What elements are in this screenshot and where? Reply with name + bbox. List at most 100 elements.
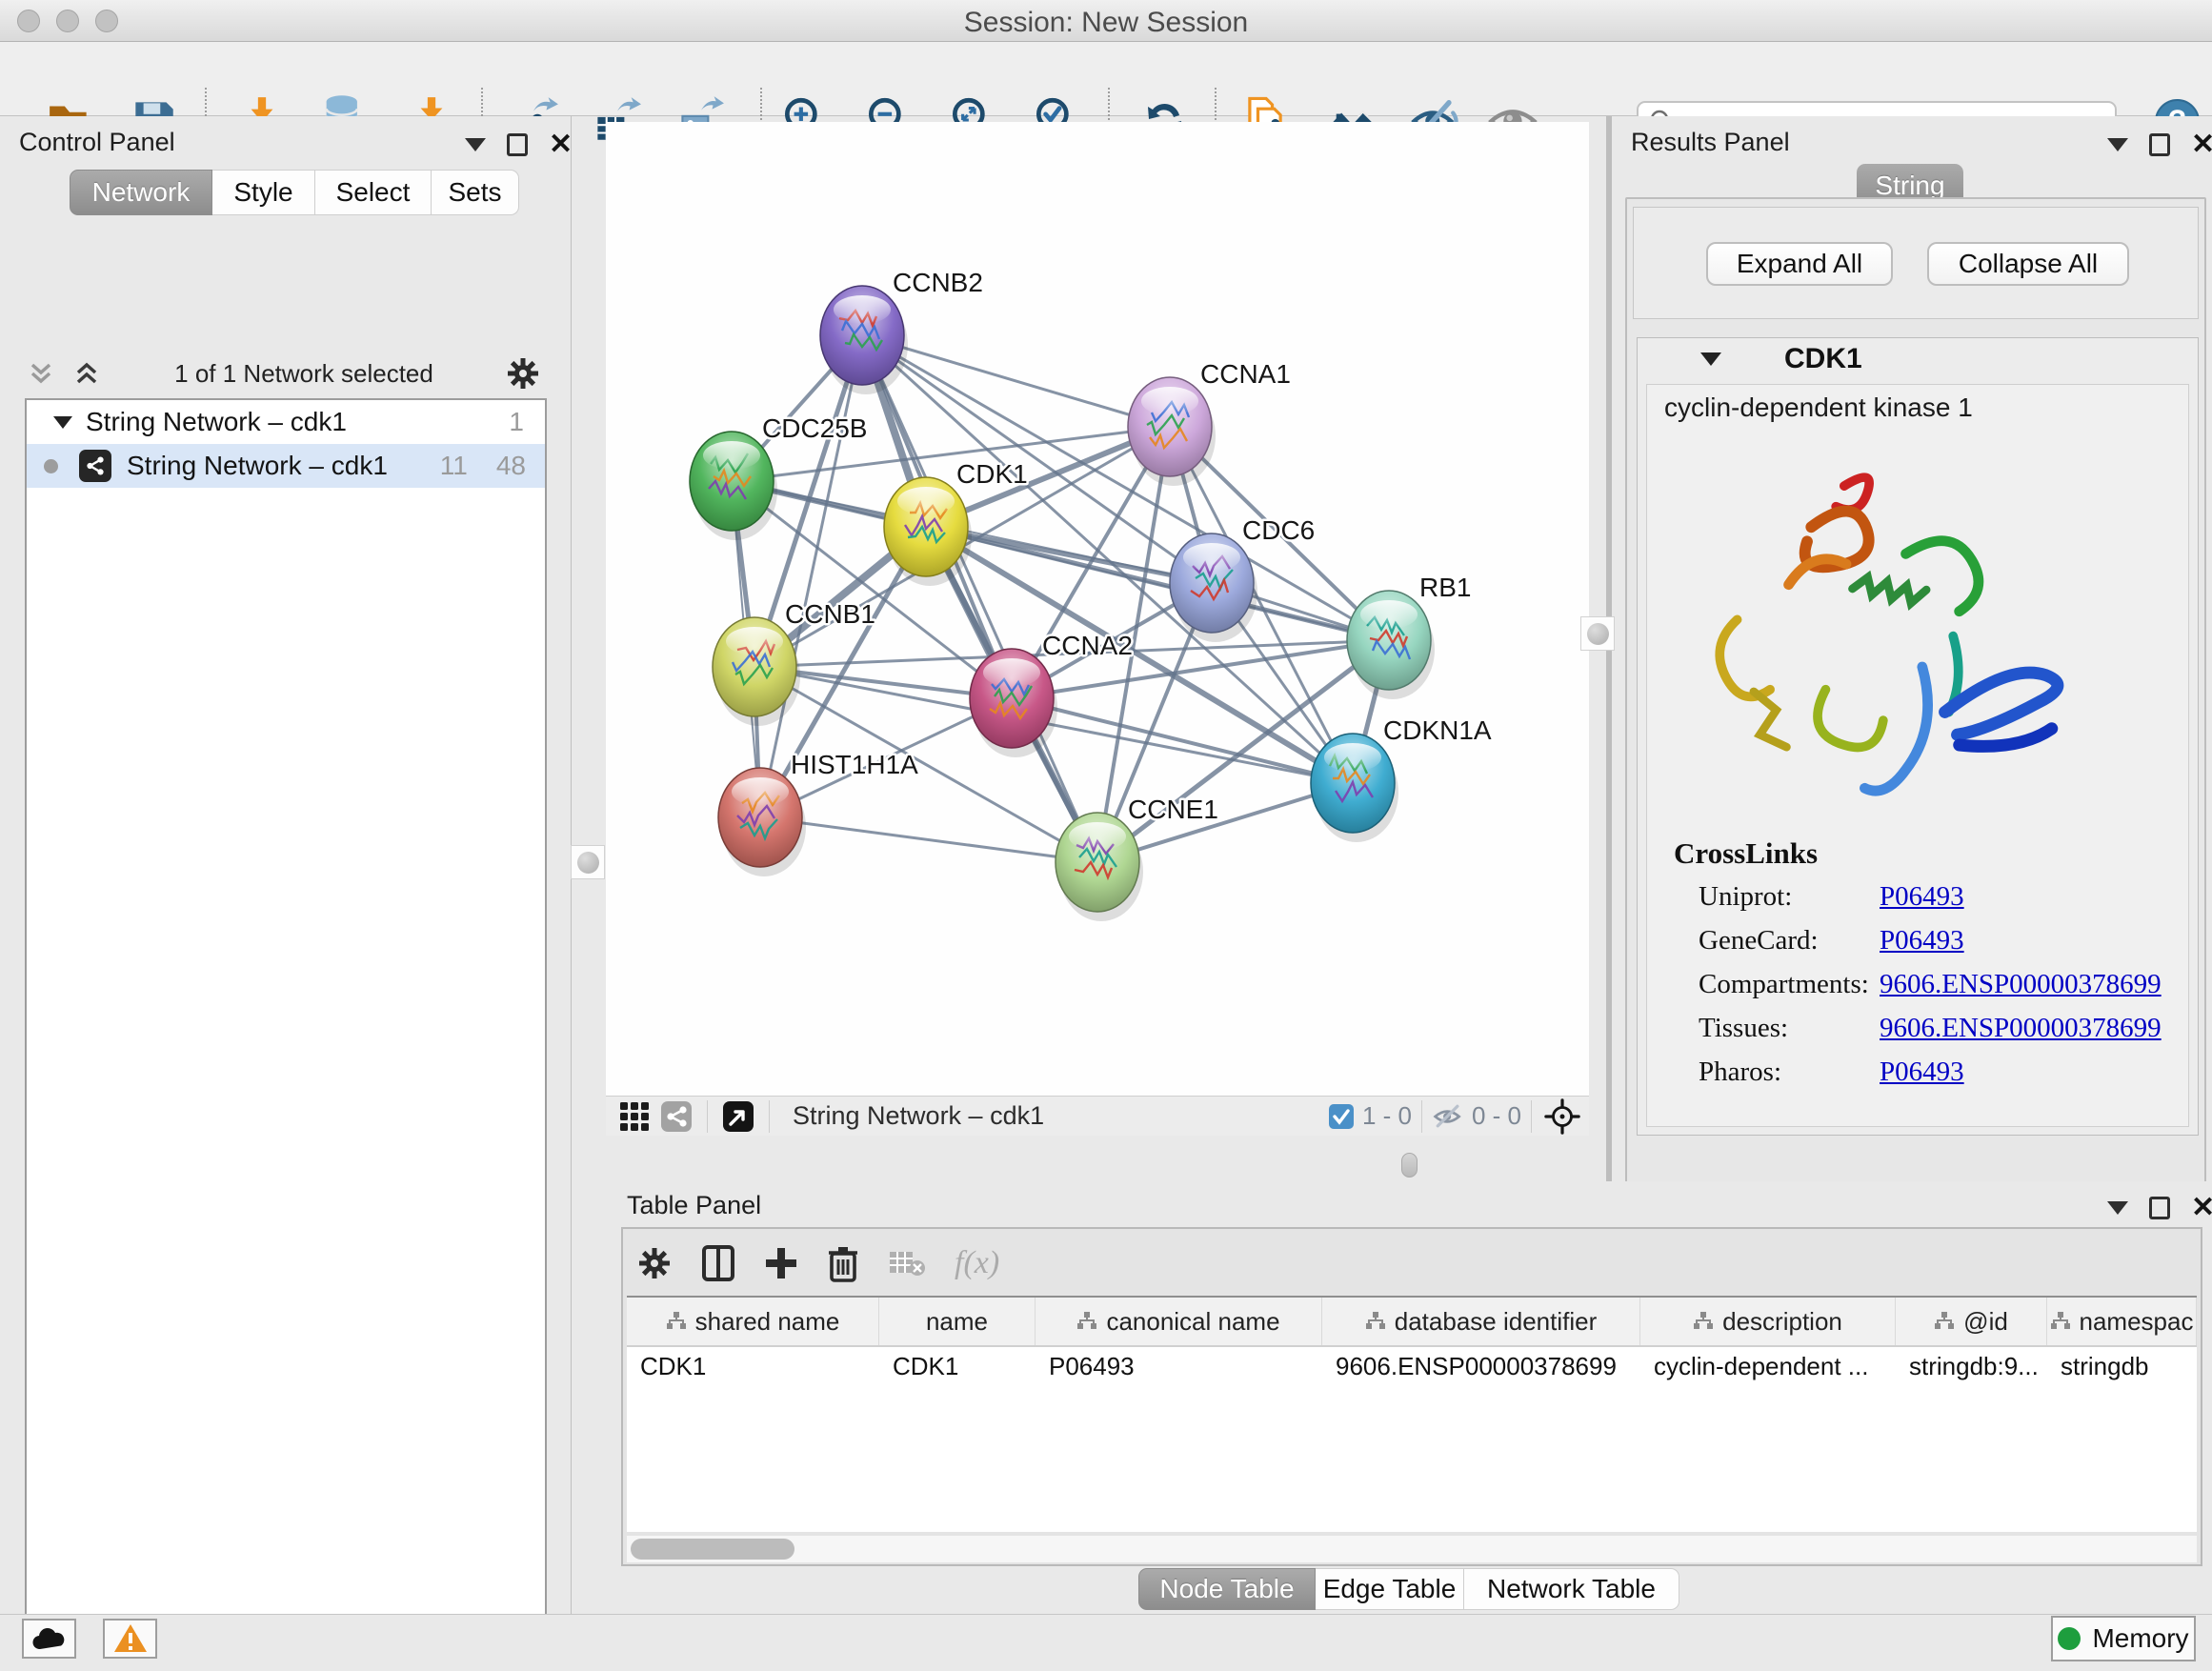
column-type-icon [1693, 1311, 1714, 1332]
selected-count: 1 - 0 [1328, 1101, 1412, 1131]
network-canvas[interactable]: CCNB2CCNA1CDC25BCDK1CDC6RB1CCNB1CCNA2CDK… [606, 122, 1589, 1096]
column-type-icon [1076, 1311, 1097, 1332]
table-panel-collapse-icon[interactable] [2107, 1201, 2128, 1215]
tree-expand-icon[interactable] [53, 416, 72, 429]
control-panel-float-icon[interactable] [507, 133, 528, 156]
column-header-shared-name[interactable]: shared name [627, 1298, 879, 1345]
table-row[interactable]: CDK1CDK1P064939606.ENSP00000378699cyclin… [627, 1347, 2197, 1385]
svg-text:CDKN1A: CDKN1A [1383, 715, 1492, 745]
table-panel-float-icon[interactable] [2149, 1197, 2170, 1219]
column-header-canonical-name[interactable]: canonical name [1036, 1298, 1322, 1345]
network-graph[interactable]: CCNB2CCNA1CDC25BCDK1CDC6RB1CCNB1CCNA2CDK… [606, 122, 1589, 1096]
network-edge-count: 48 [496, 451, 526, 481]
results-panel-collapse-icon[interactable] [2107, 138, 2128, 151]
network-node-CCNE1 [1056, 813, 1143, 921]
network-collection-row[interactable]: String Network – cdk1 1 [27, 400, 545, 444]
add-column-icon[interactable] [764, 1246, 798, 1280]
crosslink-value-link[interactable]: 9606.ENSP00000378699 [1880, 1013, 2162, 1044]
results-panel-float-icon[interactable] [2149, 133, 2170, 156]
table-panel-close-icon[interactable]: ✕ [2191, 1197, 2212, 1219]
cloud-status-button[interactable] [22, 1619, 76, 1659]
show-columns-icon[interactable] [701, 1244, 735, 1282]
tab-network[interactable]: Network [70, 170, 212, 215]
gene-description: cyclin-dependent kinase 1 [1647, 385, 2188, 423]
table-cell[interactable]: stringdb [2047, 1347, 2197, 1385]
hidden-eye-slash-icon[interactable] [1432, 1102, 1464, 1131]
svg-text:CCNE1: CCNE1 [1128, 795, 1218, 824]
column-type-icon [666, 1311, 687, 1332]
crosslink-value-link[interactable]: P06493 [1880, 925, 1964, 956]
expand-all-icon[interactable] [70, 357, 103, 390]
svg-text:CDK1: CDK1 [956, 459, 1028, 489]
crosslink-row: Pharos:P06493 [1647, 1050, 2188, 1094]
column-header-database-identifier[interactable]: database identifier [1322, 1298, 1640, 1345]
crosslink-label: Pharos: [1699, 1057, 1880, 1088]
section-collapse-icon[interactable] [1700, 352, 1721, 366]
network-view-title: String Network – cdk1 [793, 1101, 1044, 1131]
scrollbar-thumb[interactable] [631, 1539, 794, 1560]
table-cell[interactable]: CDK1 [879, 1347, 1036, 1385]
table-cell[interactable]: P06493 [1036, 1347, 1322, 1385]
control-panel-close-icon[interactable]: ✕ [549, 133, 573, 156]
tab-select[interactable]: Select [315, 170, 432, 215]
svg-text:RB1: RB1 [1419, 573, 1471, 602]
crosslink-value-link[interactable]: 9606.ENSP00000378699 [1880, 969, 2162, 1000]
network-row-selected[interactable]: String Network – cdk1 11 48 [27, 444, 545, 488]
table-cell[interactable]: stringdb:9... [1896, 1347, 2047, 1385]
table-cell[interactable]: cyclin-dependent ... [1640, 1347, 1896, 1385]
network-node-CCNA1 [1128, 377, 1216, 486]
warning-status-button[interactable] [103, 1619, 157, 1659]
memory-status-dot-icon [2058, 1627, 2081, 1650]
table-cell[interactable]: 9606.ENSP00000378699 [1322, 1347, 1640, 1385]
control-panel-collapse-icon[interactable] [465, 138, 486, 151]
svg-text:CDC6: CDC6 [1242, 515, 1315, 545]
crosslink-label: Uniprot: [1699, 881, 1880, 913]
expand-all-button[interactable]: Expand All [1706, 242, 1893, 286]
svg-text:CDC25B: CDC25B [762, 413, 867, 443]
table-header-row: shared namenamecanonical namedatabase id… [627, 1298, 2197, 1347]
crosslink-value-link[interactable]: P06493 [1880, 1057, 1964, 1088]
crosslink-row: Uniprot:P06493 [1647, 875, 2188, 918]
tab-sets[interactable]: Sets [432, 170, 519, 215]
network-node-CDKN1A [1311, 734, 1398, 842]
grid-icon [619, 1101, 650, 1132]
column-header-description[interactable]: description [1640, 1298, 1896, 1345]
column-header--id[interactable]: @id [1896, 1298, 2047, 1345]
table-cell[interactable]: CDK1 [627, 1347, 879, 1385]
tab-edge-table[interactable]: Edge Table [1316, 1568, 1464, 1610]
memory-button[interactable]: Memory [2051, 1616, 2196, 1661]
crosshair-icon [1544, 1098, 1580, 1135]
function-builder-icon: f(x) [955, 1245, 999, 1281]
results-content-box: Expand All Collapse All CDK1 cyclin-depe… [1625, 197, 2206, 1220]
network-node-CDK1 [884, 477, 972, 586]
birdseye-view-button[interactable] [717, 1099, 759, 1134]
right-splitter-handle[interactable] [1580, 616, 1615, 651]
tab-node-table[interactable]: Node Table [1138, 1568, 1316, 1610]
tab-network-table[interactable]: Network Table [1464, 1568, 1679, 1610]
column-header-name[interactable]: name [879, 1298, 1036, 1345]
fit-selected-button[interactable] [1541, 1099, 1583, 1134]
grid-mode-button[interactable] [613, 1099, 655, 1134]
network-state-dot-icon [44, 459, 58, 473]
tab-style[interactable]: Style [212, 170, 315, 215]
collapse-all-icon[interactable] [25, 357, 57, 390]
warning-icon [112, 1622, 149, 1655]
delete-table-icon [888, 1248, 926, 1278]
left-splitter-handle[interactable] [571, 845, 605, 879]
crosslink-value-link[interactable]: P06493 [1880, 881, 1964, 913]
column-header-namespac[interactable]: namespac [2047, 1298, 2197, 1345]
network-options-gear-icon[interactable] [505, 355, 541, 392]
crosslink-label: Tissues: [1699, 1013, 1880, 1044]
horizontal-splitter-handle[interactable] [1401, 1153, 1418, 1178]
selected-checkbox-icon[interactable] [1328, 1103, 1355, 1130]
network-node-HIST1H1A [718, 768, 806, 876]
delete-column-icon[interactable] [827, 1244, 859, 1282]
results-panel-close-icon[interactable]: ✕ [2191, 133, 2212, 156]
collection-label: String Network – cdk1 [86, 407, 509, 437]
table-horizontal-scrollbar[interactable] [627, 1536, 2197, 1562]
network-mode-button[interactable] [655, 1099, 697, 1134]
crosslinks-list: Uniprot:P06493GeneCard:P06493Compartment… [1647, 875, 2188, 1094]
cloud-icon [30, 1624, 69, 1653]
table-options-gear-icon[interactable] [636, 1245, 673, 1281]
collapse-all-button[interactable]: Collapse All [1927, 242, 2129, 286]
